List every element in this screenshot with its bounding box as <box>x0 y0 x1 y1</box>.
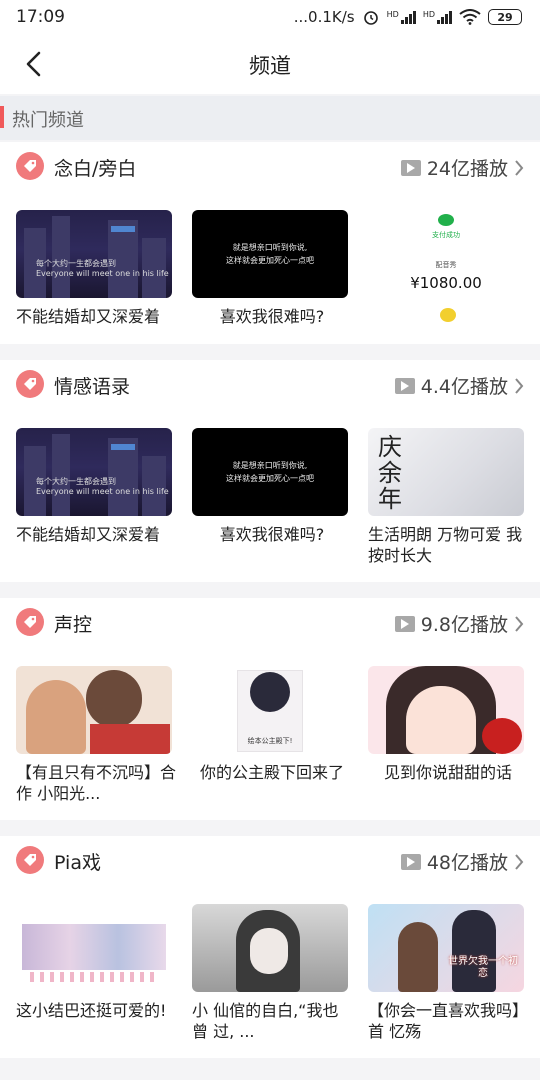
card-thumbnail: 就是想亲口听到你说, 这样就会更加死心一点吧 <box>192 210 348 298</box>
signal-2-icon: HD <box>423 10 452 24</box>
channel-card[interactable]: 见到你说甜甜的话 <box>368 666 524 783</box>
channel-card[interactable]: 庆余年 生活明朗 万物可爱 我按时长大 <box>368 428 524 566</box>
success-icon <box>438 214 454 226</box>
card-thumbnail <box>192 904 348 992</box>
channel-title: 念白/旁白 <box>54 158 137 180</box>
card-thumbnail <box>16 666 172 754</box>
channel-title: 声控 <box>54 614 93 636</box>
pay-sub: 配音秀 <box>435 261 457 269</box>
play-icon <box>400 853 421 870</box>
card-caption: 【你会一直喜欢我吗】首 忆殇 <box>368 1001 529 1041</box>
play-icon <box>394 377 415 394</box>
channel-card[interactable]: 每个大约一生都会遇到 Everyone will meet one in his… <box>16 210 172 327</box>
pay-amount: ¥1080.00 <box>410 274 482 292</box>
tag-icon <box>16 846 44 874</box>
card-caption <box>368 306 528 327</box>
card-thumbnail <box>16 904 172 992</box>
hot-channels-label: 热门频道 <box>12 110 84 131</box>
nav-bar: 频道 <box>0 34 540 94</box>
thumb-text: 每个大约一生都会遇到 Everyone will meet one in his… <box>36 259 169 278</box>
card-caption: 这小结巴还挺可爱的! <box>16 1001 167 1020</box>
pay-status: 支付成功 <box>432 231 460 239</box>
battery-icon: 29 <box>488 9 522 25</box>
play-icon <box>400 159 421 176</box>
thumb-text: 世界欠我一个初恋 <box>448 956 518 979</box>
card-thumbnail <box>368 666 524 754</box>
thumb-text: 每个大约一生都会遇到 Everyone will meet one in his… <box>36 477 169 496</box>
channel-section-narration: 念白/旁白 24亿播放 每个大约一生都会遇到 Everyone will mee… <box>0 142 540 344</box>
chevron-right-icon <box>515 377 524 394</box>
card-caption: 喜欢我很难吗? <box>219 307 325 326</box>
card-caption: 你的公主殿下回来了 <box>199 763 344 782</box>
channel-header[interactable]: 情感语录 4.4亿播放 <box>0 360 540 410</box>
alarm-icon <box>363 11 378 25</box>
card-thumbnail: 世界欠我一个初恋 <box>368 904 524 992</box>
channel-section-pia: Pia戏 48亿播放 这小结巴还挺可爱的! 小 仙倌的自白,“我也曾 过, ..… <box>0 836 540 1058</box>
wifi-icon <box>459 9 481 25</box>
signal-1-icon: HD <box>387 10 416 24</box>
play-count-text: 48亿播放 <box>426 852 508 874</box>
channel-header[interactable]: 声控 9.8亿播放 <box>0 598 540 648</box>
status-icons: ...0.1K/s HD HD 29 <box>294 8 522 26</box>
thumb-text: 庆余年 <box>378 433 404 513</box>
channel-header[interactable]: Pia戏 48亿播放 <box>0 836 540 886</box>
thumb-text: 就是想亲口听到你说, 这样就会更加死心一点吧 <box>226 243 314 265</box>
card-caption: 见到你说甜甜的话 <box>383 763 512 782</box>
channel-title: 情感语录 <box>54 376 131 398</box>
tag-icon <box>16 370 44 398</box>
channel-play-count[interactable]: 4.4亿播放 <box>394 372 524 399</box>
channel-card[interactable]: 支付成功 配音秀 ¥1080.00 <box>368 210 524 327</box>
channel-play-count[interactable]: 24亿播放 <box>400 154 524 181</box>
play-count-text: 4.4亿播放 <box>420 376 508 398</box>
channel-header[interactable]: 念白/旁白 24亿播放 <box>0 142 540 192</box>
play-count-text: 9.8亿播放 <box>420 614 508 636</box>
thumb-text: 就是想亲口听到你说, 这样就会更加死心一点吧 <box>226 461 314 483</box>
channel-play-count[interactable]: 48亿播放 <box>400 848 524 875</box>
channel-card[interactable]: 就是想亲口听到你说, 这样就会更加死心一点吧 喜欢我很难吗? <box>192 210 348 327</box>
hot-channels-header: 热门频道 <box>0 96 540 140</box>
tag-icon <box>16 152 44 180</box>
card-thumbnail: 支付成功 配音秀 ¥1080.00 <box>368 210 524 298</box>
tag-icon <box>16 608 44 636</box>
chevron-right-icon <box>515 853 524 870</box>
play-icon <box>394 615 415 632</box>
channel-play-count[interactable]: 9.8亿播放 <box>394 610 524 637</box>
chevron-right-icon <box>515 615 524 632</box>
card-caption: 生活明朗 万物可爱 我按时长大 <box>368 525 523 565</box>
channel-card[interactable]: 【有且只有不沉吗】合作 小阳光... <box>16 666 176 804</box>
status-time: 17:09 <box>16 7 65 27</box>
channel-card[interactable]: 绘本公主殿下! 你的公主殿下回来了 <box>192 666 348 783</box>
card-caption: 喜欢我很难吗? <box>219 525 325 544</box>
play-count-text: 24亿播放 <box>426 158 508 180</box>
card-caption: 不能结婚却又深爱着 <box>16 525 161 544</box>
page-title: 频道 <box>249 54 291 78</box>
channel-card[interactable]: 就是想亲口听到你说, 这样就会更加死心一点吧 喜欢我很难吗? <box>192 428 348 545</box>
channel-card[interactable]: 小 仙倌的自白,“我也曾 过, ... <box>192 904 348 1042</box>
channel-card[interactable]: 每个大约一生都会遇到 Everyone will meet one in his… <box>16 428 172 545</box>
status-bar: 17:09 ...0.1K/s HD HD 29 <box>0 0 540 34</box>
thumb-text: 绘本公主殿下! <box>247 737 293 745</box>
card-caption: 小 仙倌的自白,“我也曾 过, ... <box>192 1001 339 1041</box>
chevron-right-icon <box>515 159 524 176</box>
lemon-icon <box>440 308 456 322</box>
card-thumbnail: 就是想亲口听到你说, 这样就会更加死心一点吧 <box>192 428 348 516</box>
network-speed: ...0.1K/s <box>293 8 355 26</box>
channel-section-emotional-quotes: 情感语录 4.4亿播放 每个大约一生都会遇到 Everyone will mee… <box>0 360 540 582</box>
card-thumbnail: 庆余年 <box>368 428 524 516</box>
channel-title: Pia戏 <box>54 852 101 874</box>
channel-card[interactable]: 世界欠我一个初恋 【你会一直喜欢我吗】首 忆殇 <box>368 904 528 1042</box>
card-thumbnail: 绘本公主殿下! <box>192 666 348 754</box>
channel-card[interactable]: 这小结巴还挺可爱的! <box>16 904 172 1021</box>
card-thumbnail: 每个大约一生都会遇到 Everyone will meet one in his… <box>16 428 172 516</box>
card-thumbnail: 每个大约一生都会遇到 Everyone will meet one in his… <box>16 210 172 298</box>
hot-accent-bar <box>0 106 4 128</box>
card-caption: 【有且只有不沉吗】合作 小阳光... <box>16 763 177 803</box>
card-caption: 不能结婚却又深爱着 <box>16 307 161 326</box>
channel-section-voice: 声控 9.8亿播放 【有且只有不沉吗】合作 小阳光... 绘本公主殿下! 你的公… <box>0 598 540 820</box>
